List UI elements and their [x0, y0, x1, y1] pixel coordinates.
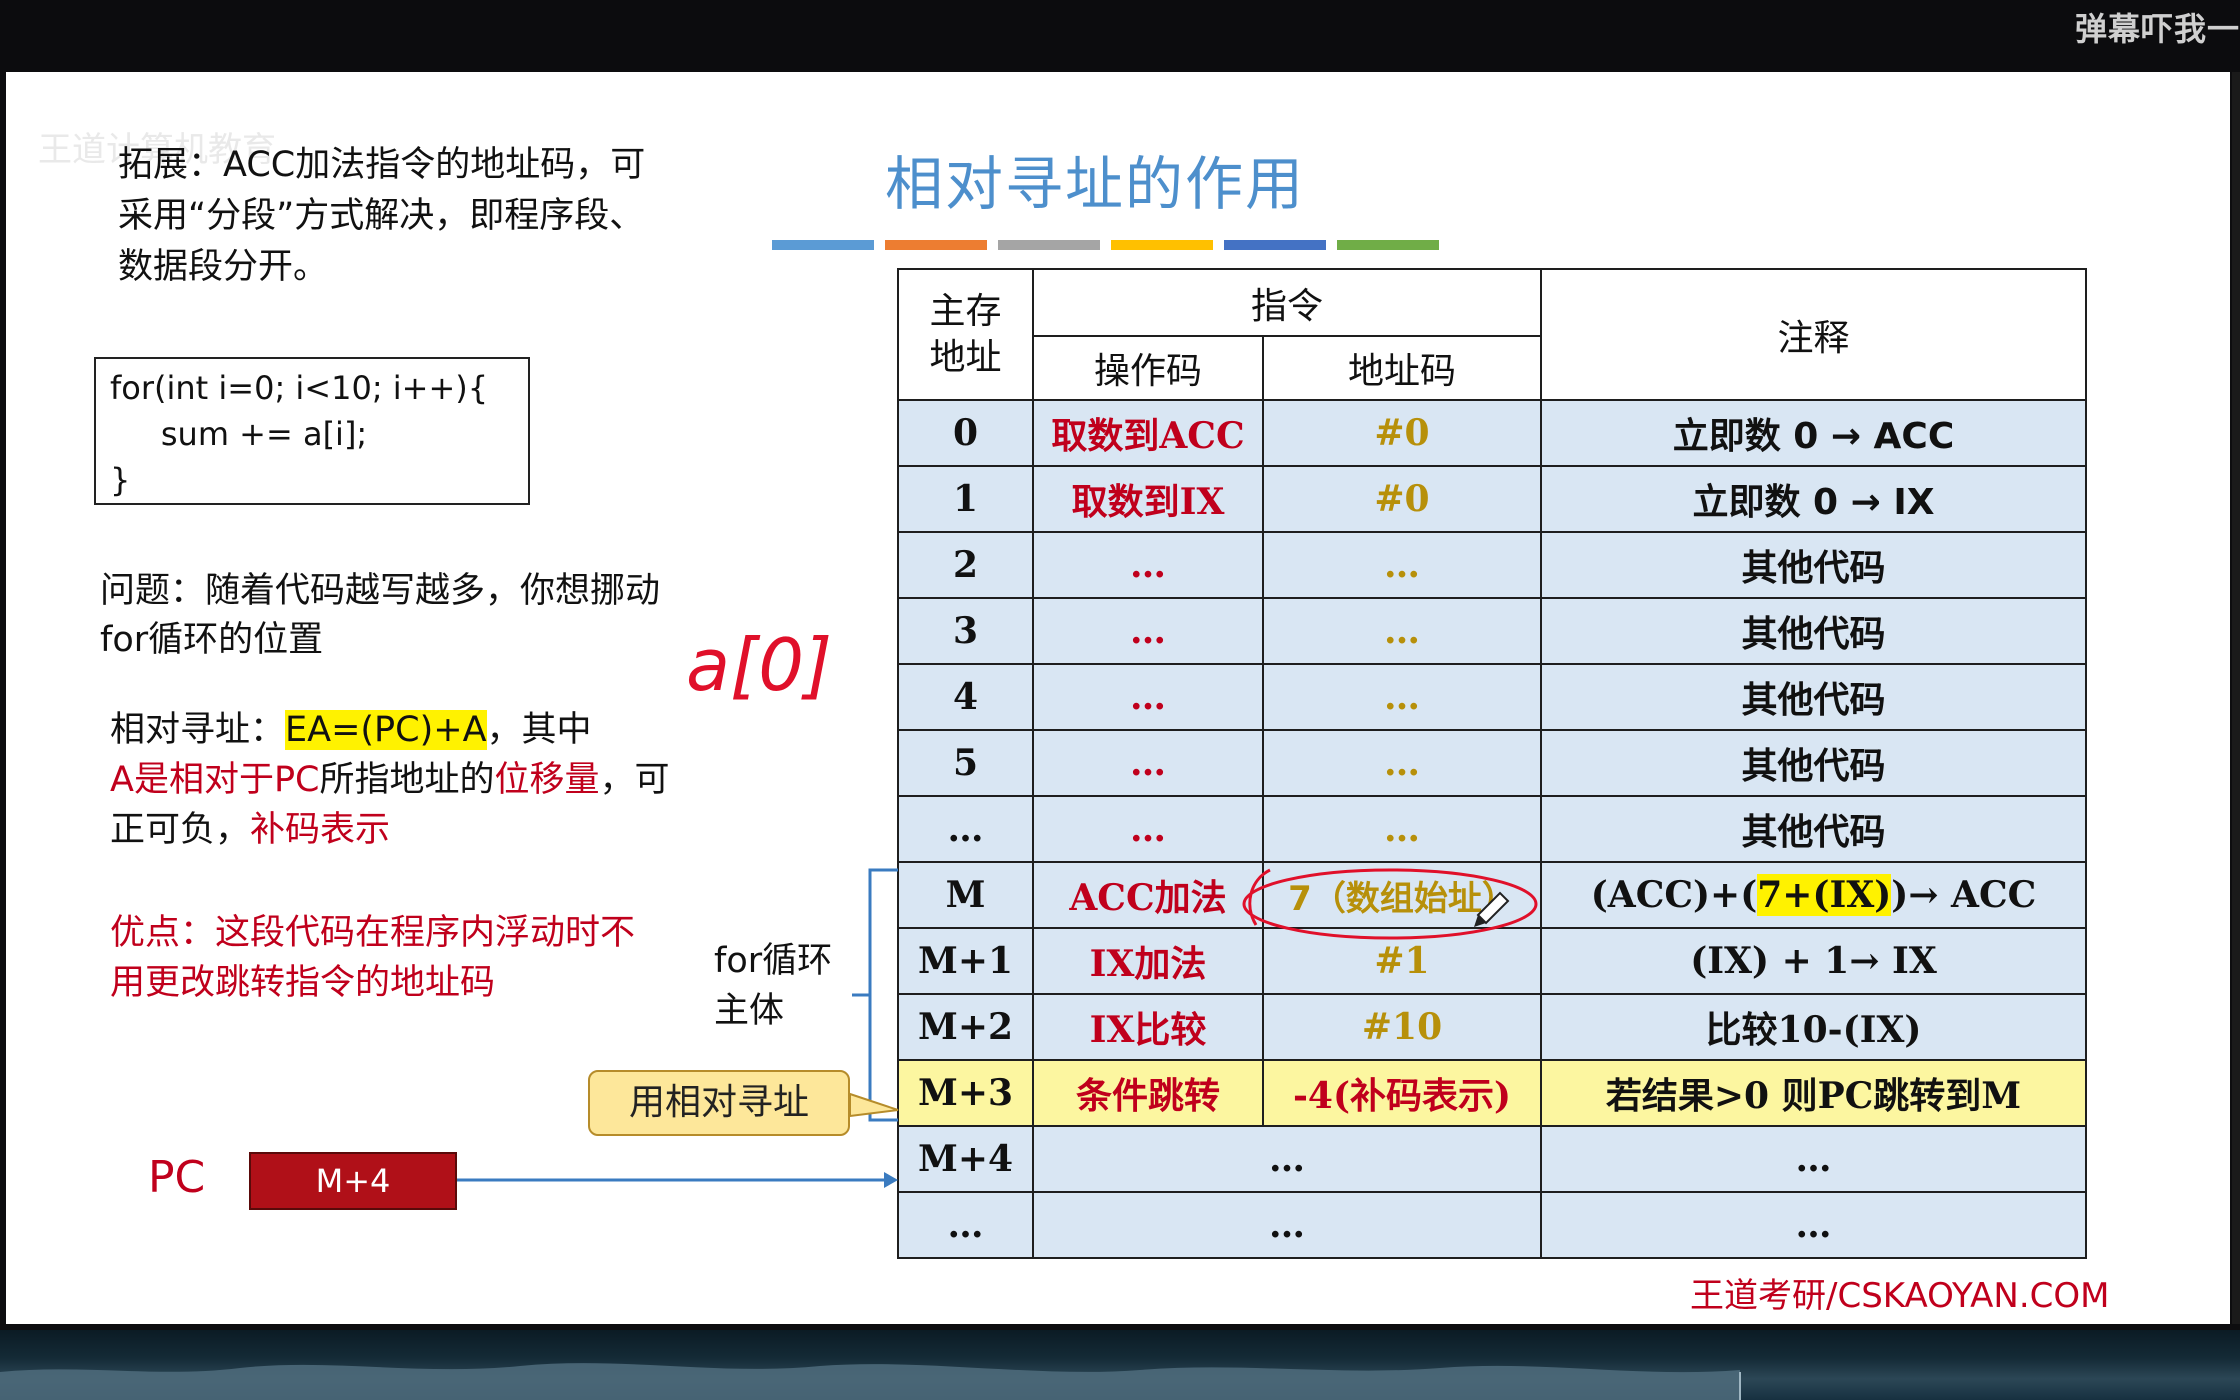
circle-annotation-stroke — [1248, 868, 1271, 926]
handwritten-note: a[0] — [686, 623, 832, 707]
pc-arrow-head — [884, 1172, 898, 1188]
pen-cursor-icon — [1474, 891, 1510, 927]
annotation-layer: a[0] — [0, 623, 1741, 1400]
loop-bracket — [868, 868, 898, 1122]
callout-pointer — [849, 1092, 899, 1118]
progress-wave — [0, 1363, 1740, 1400]
